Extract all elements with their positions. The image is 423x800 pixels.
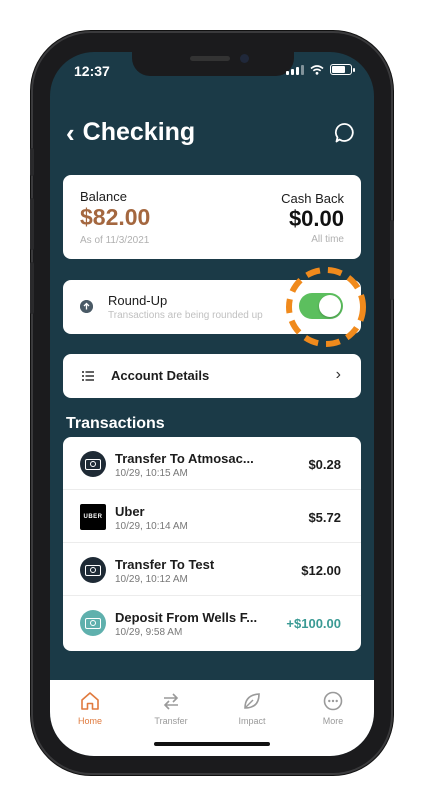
transaction-name: Deposit From Wells F... <box>115 610 258 625</box>
tab-home[interactable]: Home <box>60 690 120 726</box>
home-indicator <box>154 742 270 746</box>
transaction-amount: $5.72 <box>308 510 341 525</box>
tab-transfer-label: Transfer <box>154 716 188 726</box>
side-button-right <box>390 220 394 300</box>
chat-bubble-icon[interactable] <box>334 122 356 144</box>
tab-bar: Home Transfer Impact More <box>50 680 374 756</box>
transaction-date: 10/29, 10:12 AM <box>115 574 188 585</box>
tab-impact-label: Impact <box>238 716 266 726</box>
transactions-list: Transfer To Atmosac... 10/29, 10:15 AM $… <box>63 437 361 651</box>
balance-as-of: As of 11/3/2021 <box>80 235 150 246</box>
status-time: 12:37 <box>74 63 110 79</box>
page-header: ‹ Checking <box>66 118 195 147</box>
balance-label: Balance <box>80 189 127 204</box>
tab-impact[interactable]: Impact <box>222 690 282 726</box>
side-button-left-1 <box>30 148 34 176</box>
more-icon <box>323 691 343 711</box>
transaction-amount: $12.00 <box>301 563 341 578</box>
transaction-row[interactable]: Transfer To Test 10/29, 10:12 AM $12.00 <box>63 543 361 596</box>
tab-more-label: More <box>322 716 344 726</box>
transaction-row[interactable]: Transfer To Atmosac... 10/29, 10:15 AM $… <box>63 437 361 490</box>
camera <box>240 54 249 63</box>
transfer-icon <box>163 693 179 710</box>
home-icon <box>81 692 99 710</box>
roundup-title: Round-Up <box>108 293 168 308</box>
transaction-name: Transfer To Atmosac... <box>115 451 254 466</box>
wifi-icon <box>310 64 324 75</box>
status-icons <box>286 64 355 75</box>
transactions-heading: Transactions <box>66 415 165 432</box>
cashback-subtitle: All time <box>311 234 344 245</box>
arrow-up-circle-icon <box>80 300 93 313</box>
transaction-row[interactable]: UBER Uber 10/29, 10:14 AM $5.72 <box>63 490 361 543</box>
balance-value: $82.00 <box>80 204 151 230</box>
money-icon <box>80 451 106 477</box>
cashback-label: Cash Back <box>281 191 344 206</box>
highlight-ring-annotation <box>286 267 366 347</box>
app-screen: 12:37 ‹ Checking Balance $82.00 As of 11… <box>50 52 374 756</box>
side-button-left-2 <box>30 198 34 250</box>
tab-more[interactable]: More <box>303 690 363 726</box>
side-button-left-3 <box>30 262 34 314</box>
tab-transfer[interactable]: Transfer <box>141 690 201 726</box>
back-chevron-icon[interactable]: ‹ <box>66 120 75 146</box>
transaction-date: 10/29, 9:58 AM <box>115 627 183 638</box>
account-details-label: Account Details <box>111 368 210 383</box>
tab-home-label: Home <box>77 716 102 726</box>
roundup-subtitle: Transactions are being rounded up <box>108 310 263 321</box>
uber-logo-icon: UBER <box>80 504 106 530</box>
transaction-name: Uber <box>115 504 145 519</box>
balance-card: Balance $82.00 As of 11/3/2021 Cash Back… <box>63 175 361 259</box>
list-icon <box>82 371 94 381</box>
chevron-right-icon: › <box>335 366 341 383</box>
account-details-row[interactable]: Account Details › <box>63 354 361 398</box>
page-title: Checking <box>82 118 196 146</box>
signal-icon <box>286 64 304 75</box>
transaction-name: Transfer To Test <box>115 557 215 572</box>
transaction-row[interactable]: Deposit From Wells F... 10/29, 9:58 AM +… <box>63 596 361 649</box>
money-icon <box>80 610 106 636</box>
transaction-date: 10/29, 10:15 AM <box>115 468 188 479</box>
speaker <box>190 56 230 61</box>
transaction-amount: $0.28 <box>308 457 341 472</box>
transaction-amount: +$100.00 <box>286 616 341 631</box>
cashback-value: $0.00 <box>288 206 344 231</box>
transaction-date: 10/29, 10:14 AM <box>115 521 188 532</box>
battery-icon <box>330 64 355 75</box>
notch <box>132 52 294 76</box>
leaf-icon <box>244 693 260 709</box>
money-icon <box>80 557 106 583</box>
